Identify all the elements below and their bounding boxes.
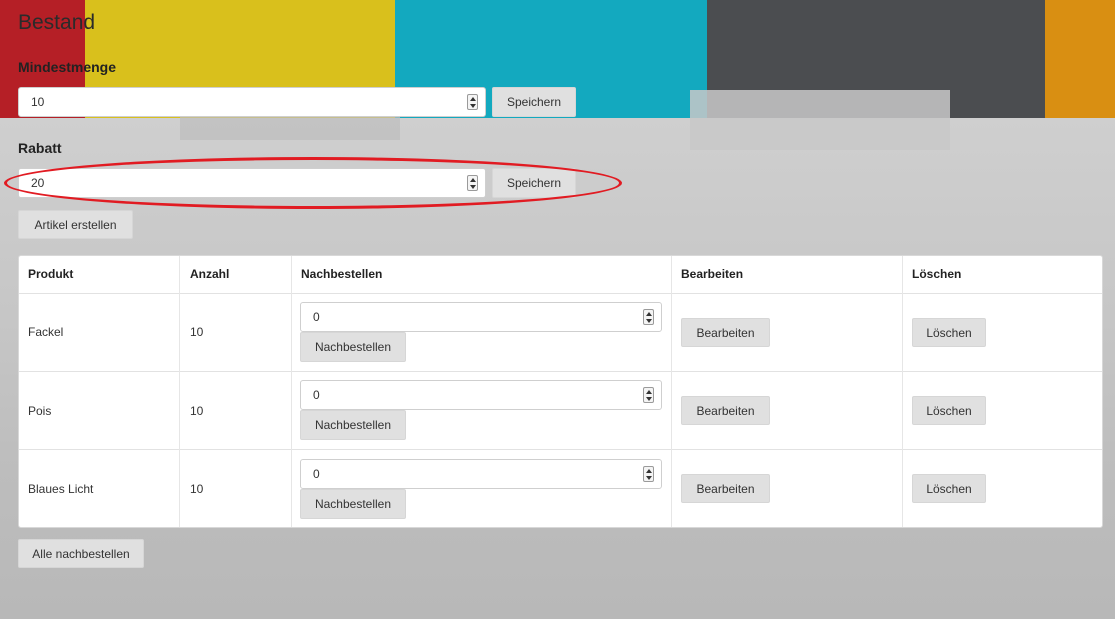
reorder-all-button[interactable]: Alle nachbestellen xyxy=(18,539,144,568)
reorder-quantity-input[interactable]: 0 xyxy=(300,380,662,410)
reorder-quantity-input[interactable]: 0 xyxy=(300,302,662,332)
column-header-count: Anzahl xyxy=(190,267,230,281)
delete-button[interactable]: Löschen xyxy=(912,396,986,425)
mindestmenge-value: 10 xyxy=(31,95,45,109)
edit-button[interactable]: Bearbeiten xyxy=(681,474,770,503)
product-name: Blaues Licht xyxy=(28,482,94,496)
mindestmenge-label: Mindestmenge xyxy=(18,59,117,75)
mindestmenge-input[interactable]: 10 xyxy=(18,87,486,117)
inventory-page: Bestand Mindestmenge 10 Speichern Rabatt… xyxy=(0,0,1115,619)
column-header-reorder: Nachbestellen xyxy=(301,267,383,281)
column-header-delete: Löschen xyxy=(912,267,962,281)
edit-button[interactable]: Bearbeiten xyxy=(681,318,770,347)
reorder-quantity-value: 0 xyxy=(313,310,320,324)
delete-button[interactable]: Löschen xyxy=(912,474,986,503)
column-header-product: Produkt xyxy=(28,267,74,281)
product-count: 10 xyxy=(190,325,204,339)
row-divider xyxy=(19,371,1102,372)
row-divider xyxy=(19,449,1102,450)
reorder-quantity-input[interactable]: 0 xyxy=(300,459,662,489)
number-spinner-icon[interactable] xyxy=(643,387,654,403)
product-count: 10 xyxy=(190,404,204,418)
reorder-quantity-value: 0 xyxy=(313,388,320,402)
column-divider xyxy=(671,256,672,527)
product-name: Pois xyxy=(28,404,52,418)
column-divider xyxy=(291,256,292,527)
rabatt-label: Rabatt xyxy=(18,140,62,156)
column-divider xyxy=(179,256,180,527)
reorder-button[interactable]: Nachbestellen xyxy=(300,332,406,362)
product-count: 10 xyxy=(190,482,204,496)
create-article-button[interactable]: Artikel erstellen xyxy=(18,210,133,239)
page-title: Bestand xyxy=(18,11,96,34)
reorder-button[interactable]: Nachbestellen xyxy=(300,410,406,440)
reorder-quantity-value: 0 xyxy=(313,467,320,481)
product-name: Fackel xyxy=(28,325,64,339)
mindestmenge-save-button[interactable]: Speichern xyxy=(492,87,576,117)
column-header-edit: Bearbeiten xyxy=(681,267,744,281)
delete-button[interactable]: Löschen xyxy=(912,318,986,347)
reorder-button[interactable]: Nachbestellen xyxy=(300,489,406,519)
inventory-table: Produkt Anzahl Nachbestellen Bearbeiten … xyxy=(18,255,1103,528)
row-divider xyxy=(19,293,1102,294)
number-spinner-icon[interactable] xyxy=(643,309,654,325)
column-divider xyxy=(902,256,903,527)
red-annotation-ellipse xyxy=(4,157,622,209)
number-spinner-icon[interactable] xyxy=(643,466,654,482)
number-spinner-icon[interactable] xyxy=(467,94,478,110)
edit-button[interactable]: Bearbeiten xyxy=(681,396,770,425)
